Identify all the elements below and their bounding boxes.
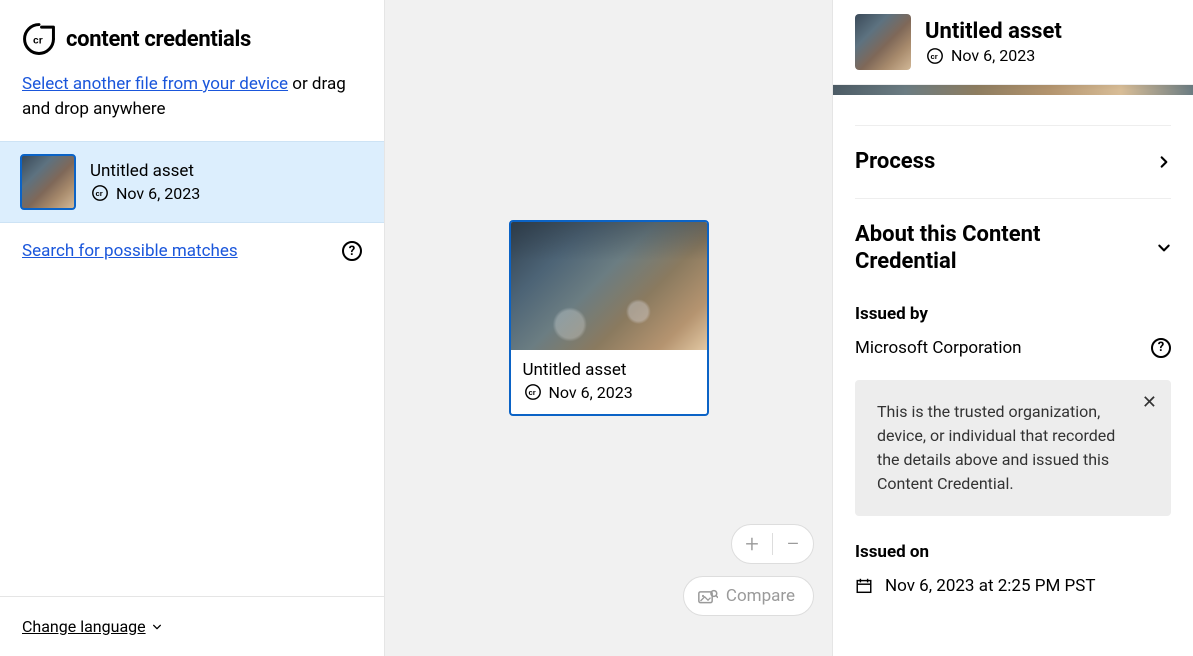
- svg-text:cr: cr: [528, 388, 535, 397]
- right-date: Nov 6, 2023: [951, 46, 1035, 65]
- about-section-toggle[interactable]: About this Content Credential: [855, 198, 1171, 298]
- help-icon[interactable]: ?: [1151, 338, 1171, 358]
- issued-on-value: Nov 6, 2023 at 2:25 PM PST: [885, 576, 1095, 596]
- about-label: About this Content Credential: [855, 221, 1115, 276]
- cr-badge-icon: cr: [523, 382, 543, 402]
- compare-label: Compare: [726, 586, 795, 606]
- compare-icon: [698, 587, 718, 605]
- preview-strip: [833, 85, 1193, 95]
- zoom-out-button[interactable]: −: [773, 524, 813, 564]
- asset-card-image: [511, 222, 707, 350]
- issued-by-value: Microsoft Corporation: [855, 338, 1022, 358]
- svg-text:cr: cr: [931, 52, 938, 61]
- chevron-down-icon: [152, 622, 162, 632]
- cr-logo-icon: cr: [22, 22, 56, 56]
- asset-list-item[interactable]: Untitled asset cr Nov 6, 2023: [0, 141, 384, 223]
- compare-button[interactable]: Compare: [683, 576, 814, 616]
- svg-text:cr: cr: [33, 35, 43, 46]
- cr-badge-icon: cr: [925, 46, 945, 66]
- right-header: Untitled asset cr Nov 6, 2023: [833, 0, 1193, 85]
- issuer-row: Microsoft Corporation ?: [855, 338, 1171, 358]
- help-icon[interactable]: ?: [342, 241, 362, 261]
- search-matches-link[interactable]: Search for possible matches: [22, 241, 238, 261]
- language-footer: Change language: [0, 596, 384, 656]
- chevron-right-icon: [1157, 155, 1171, 169]
- brand: cr content credentials: [0, 0, 384, 72]
- zoom-in-button[interactable]: +: [732, 524, 772, 564]
- search-row: Search for possible matches ?: [0, 223, 384, 279]
- close-icon[interactable]: ✕: [1142, 394, 1157, 412]
- sidebar-right: Untitled asset cr Nov 6, 2023 Process Ab…: [833, 0, 1193, 656]
- change-language-button[interactable]: Change language: [22, 617, 162, 636]
- svg-text:cr: cr: [96, 189, 103, 198]
- process-section-toggle[interactable]: Process: [855, 125, 1171, 198]
- asset-card[interactable]: Untitled asset cr Nov 6, 2023: [509, 220, 709, 416]
- brand-title: content credentials: [66, 27, 251, 52]
- right-body: Process About this Content Credential Is…: [833, 85, 1193, 656]
- issued-on-row: Nov 6, 2023 at 2:25 PM PST: [855, 576, 1171, 596]
- calendar-icon: [855, 577, 873, 595]
- change-language-label: Change language: [22, 617, 146, 636]
- card-title: Untitled asset: [523, 360, 695, 380]
- right-title: Untitled asset: [925, 19, 1062, 44]
- issued-on-label: Issued on: [855, 542, 1171, 562]
- sidebar-left: cr content credentials Select another fi…: [0, 0, 385, 656]
- cr-badge-icon: cr: [90, 183, 110, 203]
- process-label: Process: [855, 148, 935, 176]
- issued-by-label: Issued by: [855, 304, 1171, 324]
- asset-date: Nov 6, 2023: [116, 184, 200, 203]
- upload-instructions: Select another file from your device or …: [0, 72, 384, 141]
- zoom-controls: + −: [731, 524, 814, 564]
- select-file-link[interactable]: Select another file from your device: [22, 74, 288, 94]
- card-date: Nov 6, 2023: [549, 383, 633, 402]
- asset-thumbnail: [20, 154, 76, 210]
- chevron-down-icon: [1157, 241, 1171, 255]
- info-text: This is the trusted organization, device…: [877, 402, 1115, 493]
- right-thumbnail: [855, 14, 911, 70]
- info-box: This is the trusted organization, device…: [855, 380, 1171, 516]
- asset-name: Untitled asset: [90, 161, 200, 181]
- canvas: Untitled asset cr Nov 6, 2023 + − Compar…: [385, 0, 833, 656]
